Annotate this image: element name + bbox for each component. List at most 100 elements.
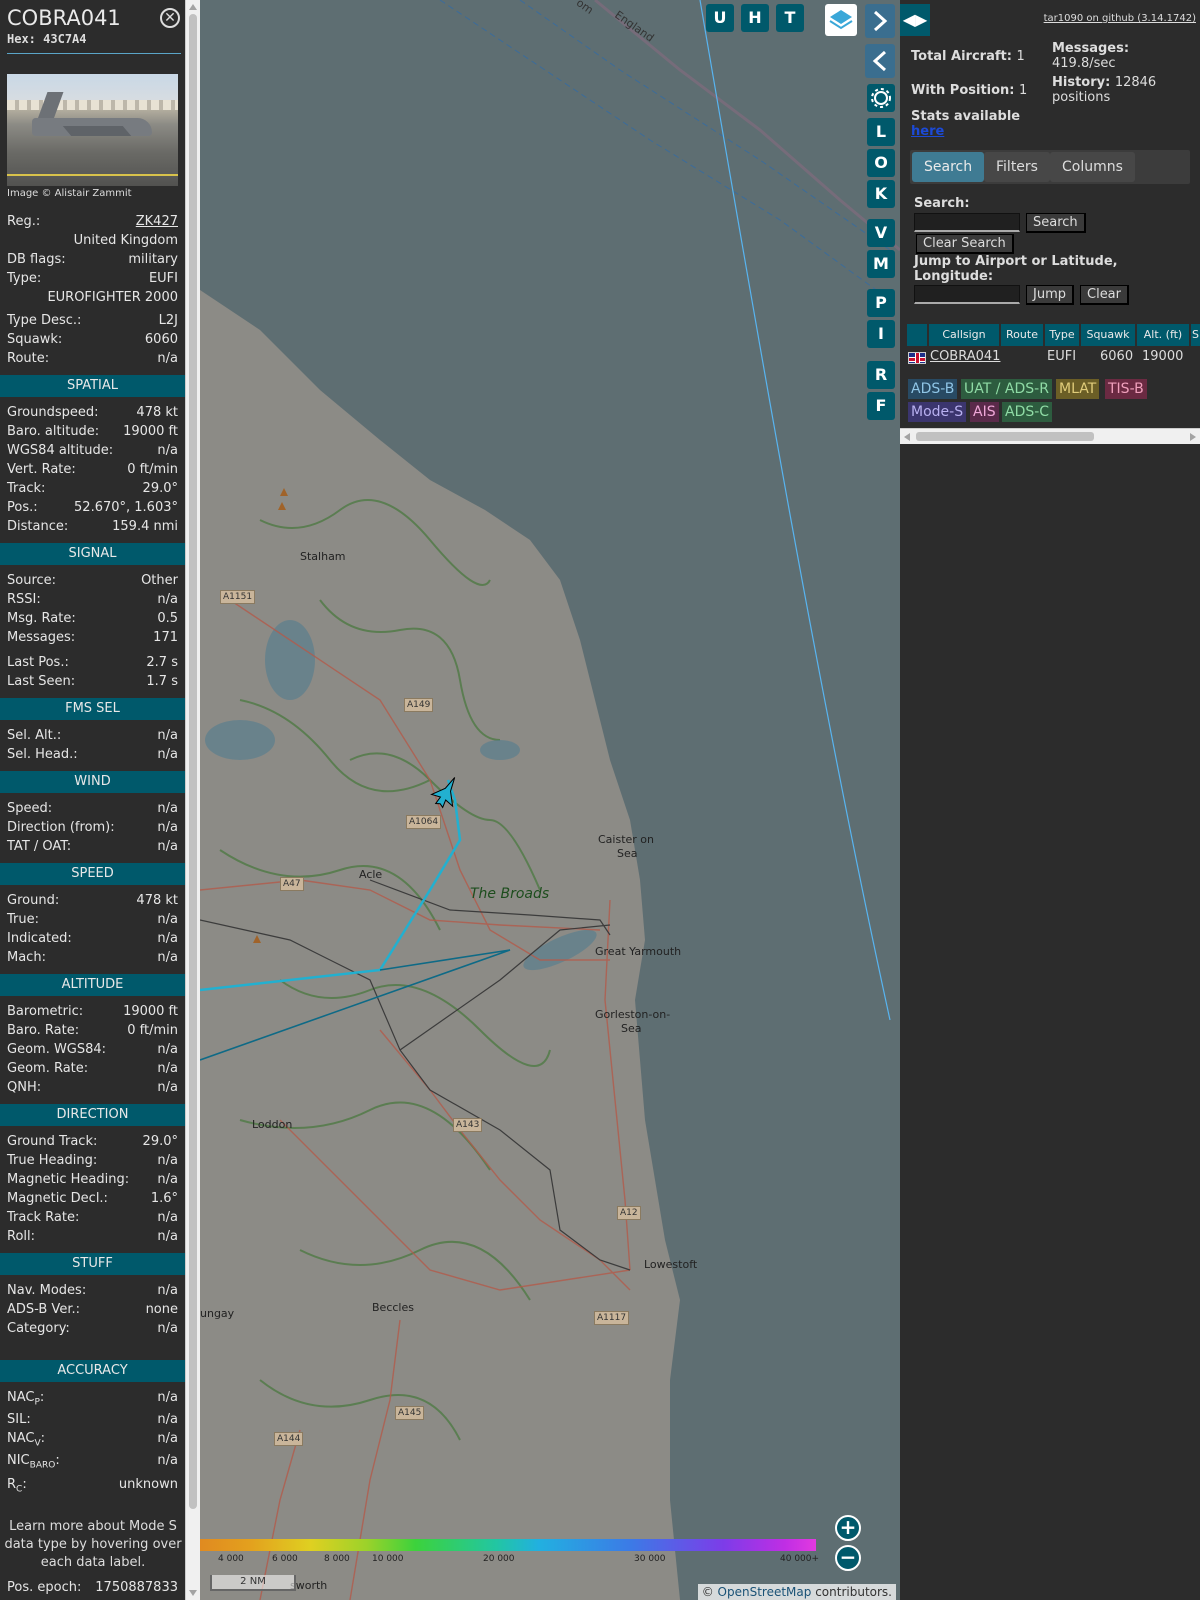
- altitude-tick: 8 000: [324, 1554, 350, 1564]
- toggle-o-button[interactable]: O: [867, 149, 895, 177]
- toggle-r-button[interactable]: R: [867, 361, 895, 389]
- info-row-route: Route: n/a: [7, 351, 178, 366]
- info-row: RC: unknown: [7, 1477, 178, 1495]
- table-row-callsign[interactable]: COBRA041: [930, 349, 1000, 364]
- info-row: Magnetic Heading: n/a: [7, 1172, 178, 1187]
- close-icon[interactable]: ✕: [160, 8, 180, 28]
- section-altitude: ALTITUDE: [0, 974, 185, 996]
- info-row: Direction (from): n/a: [7, 820, 178, 835]
- tab-search[interactable]: Search: [912, 152, 985, 182]
- jump-input[interactable]: [914, 285, 1020, 304]
- section-fms: FMS SEL: [0, 698, 185, 720]
- version-link[interactable]: tar1090 on github (3.14.1742): [1044, 13, 1196, 24]
- info-row: Mach: n/a: [7, 950, 178, 965]
- place-label: Stalham: [300, 550, 346, 563]
- table-header-squawk[interactable]: Squawk: [1081, 324, 1135, 346]
- info-row: Sel. Head.: n/a: [7, 747, 178, 762]
- info-row: Roll: n/a: [7, 1229, 178, 1244]
- road-label: A1151: [220, 590, 256, 604]
- info-row: Last Pos.: 2.7 s: [7, 655, 178, 670]
- info-row: QNH: n/a: [7, 1080, 178, 1095]
- toggle-p-button[interactable]: P: [867, 289, 895, 317]
- info-row: SIL: n/a: [7, 1412, 178, 1427]
- altitude-tick: 4 000: [218, 1554, 244, 1564]
- place-label: ungay: [200, 1307, 235, 1320]
- info-row: TAT / OAT: n/a: [7, 839, 178, 854]
- clear-button[interactable]: Clear: [1080, 285, 1129, 305]
- toggle-l-button[interactable]: L: [867, 118, 895, 146]
- map-view[interactable]: Stalham Acle Caister on Sea Great Yarmou…: [200, 0, 900, 1600]
- toggle-k-button[interactable]: K: [867, 180, 895, 208]
- table-header-speed[interactable]: S: [1191, 324, 1200, 346]
- altitude-color-legend: [200, 1539, 816, 1551]
- info-row-squawk: Squawk: 6060: [7, 332, 178, 347]
- toggle-m-button[interactable]: M: [867, 250, 895, 278]
- expand-panel-button[interactable]: [865, 4, 895, 38]
- road-label: A1064: [406, 815, 442, 829]
- road-label: A149: [404, 698, 434, 712]
- toggle-f-button[interactable]: F: [867, 392, 895, 420]
- tab-columns[interactable]: Columns: [1050, 152, 1135, 182]
- tab-filters[interactable]: Filters: [984, 152, 1050, 182]
- left-panel-scrollbar[interactable]: [185, 0, 200, 1600]
- section-stuff: STUFF: [0, 1253, 185, 1275]
- gear-icon[interactable]: [867, 84, 895, 112]
- info-row-dbflags: DB flags: military: [7, 252, 178, 267]
- info-row: Sel. Alt.: n/a: [7, 728, 178, 743]
- info-row: NACP: n/a: [7, 1390, 178, 1408]
- altitude-tick: 20 000: [483, 1554, 515, 1564]
- total-aircraft: Total Aircraft: 1: [911, 49, 1025, 64]
- table-header-altitude[interactable]: Alt. (ft): [1137, 324, 1189, 346]
- info-row: Geom. Rate: n/a: [7, 1061, 178, 1076]
- info-row: Ground Track: 29.0°: [7, 1134, 178, 1149]
- layers-icon[interactable]: [825, 4, 857, 36]
- info-row-epoch: Pos. epoch: 1750887833: [7, 1580, 178, 1595]
- section-wind: WIND: [0, 771, 185, 793]
- legend-uat: UAT / ADS-R: [961, 379, 1052, 399]
- aircraft-info-panel: COBRA041 ✕ Hex: 43C7A4 Image © Alistair …: [0, 0, 185, 1600]
- road-label: A12: [617, 1206, 641, 1220]
- minus-icon[interactable]: −: [835, 1545, 861, 1571]
- info-row: NACV: n/a: [7, 1431, 178, 1449]
- plus-icon[interactable]: +: [835, 1515, 861, 1541]
- toggle-h-button[interactable]: H: [741, 4, 769, 32]
- road-label: A144: [274, 1432, 304, 1446]
- table-header-callsign[interactable]: Callsign: [929, 324, 999, 346]
- road-label: A47: [280, 877, 304, 891]
- toggle-panel-button[interactable]: ◀▶: [900, 4, 930, 36]
- info-row: Magnetic Decl.: 1.6°: [7, 1191, 178, 1206]
- search-button[interactable]: Search: [1026, 213, 1086, 233]
- map-attribution: © OpenStreetMap contributors.: [697, 1584, 896, 1600]
- with-position: With Position: 1: [911, 83, 1028, 98]
- info-row: Vert. Rate: 0 ft/min: [7, 462, 178, 477]
- toggle-v-button[interactable]: V: [867, 219, 895, 247]
- history-unit: positions: [1052, 90, 1111, 105]
- aircraft-photo[interactable]: [7, 74, 178, 186]
- aircraft-callsign: COBRA041: [7, 6, 121, 30]
- stats-link[interactable]: here: [911, 124, 944, 139]
- place-label: Acle: [359, 868, 383, 881]
- table-header-route[interactable]: Route: [1001, 324, 1043, 346]
- toggle-u-button[interactable]: U: [706, 4, 734, 32]
- collapse-panel-button[interactable]: [865, 44, 895, 78]
- clear-search-button[interactable]: Clear Search: [916, 234, 1014, 254]
- table-header-type[interactable]: Type: [1045, 324, 1079, 346]
- road-label: A143: [453, 1118, 483, 1132]
- jump-button[interactable]: Jump: [1026, 285, 1074, 305]
- info-row: Groundspeed: 478 kt: [7, 405, 178, 420]
- toggle-t-button[interactable]: T: [776, 4, 804, 32]
- table-horizontal-scrollbar[interactable]: [900, 428, 1200, 444]
- road-label: A1117: [594, 1311, 630, 1325]
- place-label: Gorleston-on-: [595, 1008, 671, 1021]
- info-row: WGS84 altitude: n/a: [7, 443, 178, 458]
- table-row-squawk: 6060: [1100, 349, 1134, 364]
- search-input[interactable]: [914, 213, 1020, 232]
- info-row: Geom. WGS84: n/a: [7, 1042, 178, 1057]
- table-row-type: EUFI: [1047, 349, 1077, 364]
- registration-link[interactable]: ZK427: [136, 214, 178, 229]
- section-speed: SPEED: [0, 863, 185, 885]
- toggle-i-button[interactable]: I: [867, 320, 895, 348]
- messages-value: 419.8/sec: [1052, 56, 1116, 71]
- osm-link[interactable]: OpenStreetMap: [718, 1585, 812, 1599]
- altitude-tick: 30 000: [634, 1554, 666, 1564]
